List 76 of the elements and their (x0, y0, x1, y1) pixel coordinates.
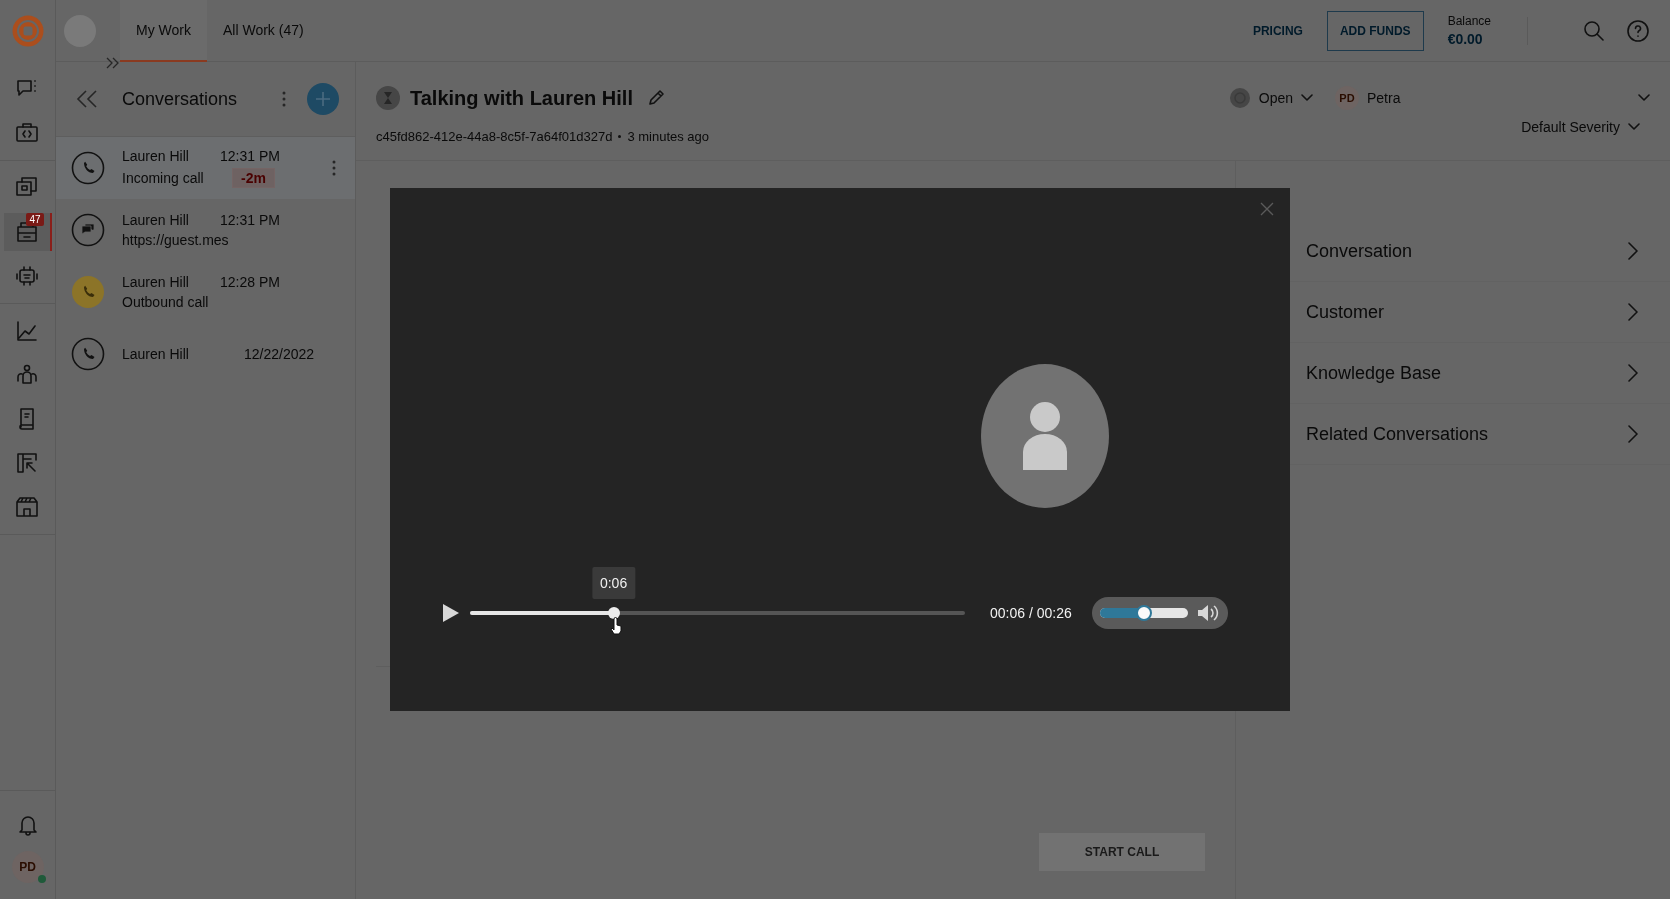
separator-dot (618, 134, 622, 138)
chevron-right-icon (1628, 303, 1638, 321)
phone-icon (71, 337, 105, 371)
time-tooltip: 0:06 (591, 567, 636, 599)
double-chevron-right-icon[interactable] (106, 57, 120, 69)
team-icon (14, 363, 39, 387)
chevron-down-icon (1628, 123, 1640, 131)
pricing-link[interactable]: PRICING (1252, 23, 1303, 38)
add-funds-button[interactable]: ADD FUNDS (1326, 10, 1424, 51)
help-icon[interactable] (1626, 18, 1650, 43)
hand-cursor-icon (608, 617, 623, 635)
volume-handle[interactable] (1135, 605, 1152, 621)
conversation-item[interactable]: Lauren Hill 12:31 PM Incoming call -2m (56, 137, 355, 199)
start-call-button[interactable]: START CALL (1039, 833, 1205, 871)
timestamp: 12:31 PM (220, 148, 280, 164)
code-briefcase-icon (14, 121, 39, 145)
person-avatar-icon (981, 364, 1109, 508)
elapsed-badge: -2m (232, 168, 275, 188)
panel-title: Conversations (122, 88, 239, 110)
status-dropdown[interactable]: Open (1228, 87, 1313, 109)
double-chevron-left-icon[interactable] (76, 90, 98, 108)
status-ring-icon (1228, 87, 1251, 109)
assignee-dropdown[interactable]: PD Petra (1335, 86, 1650, 110)
conversation-title: Talking with Lauren Hill (410, 86, 633, 110)
speaker-icon[interactable] (1195, 603, 1220, 623)
chevron-down-icon (1301, 94, 1313, 102)
severity-dropdown[interactable]: Default Severity (1521, 119, 1640, 135)
conversation-age: 3 minutes ago (627, 128, 710, 144)
work-tab[interactable]: All Work (47) (206, 0, 320, 62)
pencil-icon[interactable] (647, 89, 665, 107)
chevron-right-icon (1628, 242, 1638, 260)
close-icon[interactable] (1260, 202, 1274, 216)
volume-slider[interactable] (1099, 608, 1188, 618)
store-icon (14, 495, 39, 519)
chevron-down-icon (1638, 94, 1650, 102)
user-avatar[interactable]: PD (11, 851, 44, 883)
balance-value: €0.00 (1447, 31, 1484, 47)
status-label: Open (1258, 90, 1293, 106)
contact-name: Lauren Hill (122, 346, 190, 362)
contact-name: Lauren Hill (122, 212, 190, 228)
timestamp: 12:28 PM (220, 274, 280, 290)
inbox-nav-button[interactable]: 47 (3, 213, 52, 251)
chat-channel-icon (71, 213, 105, 247)
plus-icon (315, 91, 331, 107)
play-icon[interactable] (442, 603, 460, 623)
hourglass-icon (376, 86, 400, 110)
contact-name: Lauren Hill (122, 274, 190, 290)
kebab-menu-icon[interactable] (281, 90, 287, 108)
outbound-phone-icon (71, 275, 105, 309)
logo-icon (10, 14, 45, 48)
line-chart-icon (14, 319, 39, 343)
balance-label: Balance (1447, 14, 1491, 28)
message-preview: Outbound call (122, 294, 210, 310)
conversation-item[interactable]: Lauren Hill 12:31 PM https://guest.mes (56, 199, 355, 261)
seek-handle[interactable] (607, 607, 620, 619)
add-button[interactable] (307, 83, 339, 115)
search-icon[interactable] (1582, 18, 1606, 43)
robot-icon (14, 264, 39, 288)
playback-time: 00:06 / 00:26 (990, 605, 1072, 621)
kebab-menu-icon[interactable] (331, 159, 337, 177)
conversation-item[interactable]: Lauren Hill 12/22/2022 (56, 323, 355, 385)
message-preview: https://guest.mes (122, 232, 229, 248)
conversation-id: c45fd862-412e-44a8-8c5f-7a64f01d327d (376, 128, 613, 144)
timestamp: 12:31 PM (220, 212, 280, 228)
conversation-item[interactable]: Lauren Hill 12:28 PM Outbound call (56, 261, 355, 323)
message-preview: Incoming call (122, 170, 205, 186)
board-cursor-icon (14, 451, 39, 475)
assignee-name: Petra (1367, 90, 1402, 106)
count-badge: 47 (26, 213, 44, 226)
chevron-right-icon (1628, 425, 1638, 443)
work-tab[interactable]: My Work (120, 0, 207, 62)
chevron-right-icon (1628, 364, 1638, 382)
phone-icon (71, 151, 105, 185)
assignee-avatar: PD (1335, 86, 1359, 110)
timestamp: 12/22/2022 (244, 346, 315, 362)
contact-name: Lauren Hill (122, 148, 190, 164)
